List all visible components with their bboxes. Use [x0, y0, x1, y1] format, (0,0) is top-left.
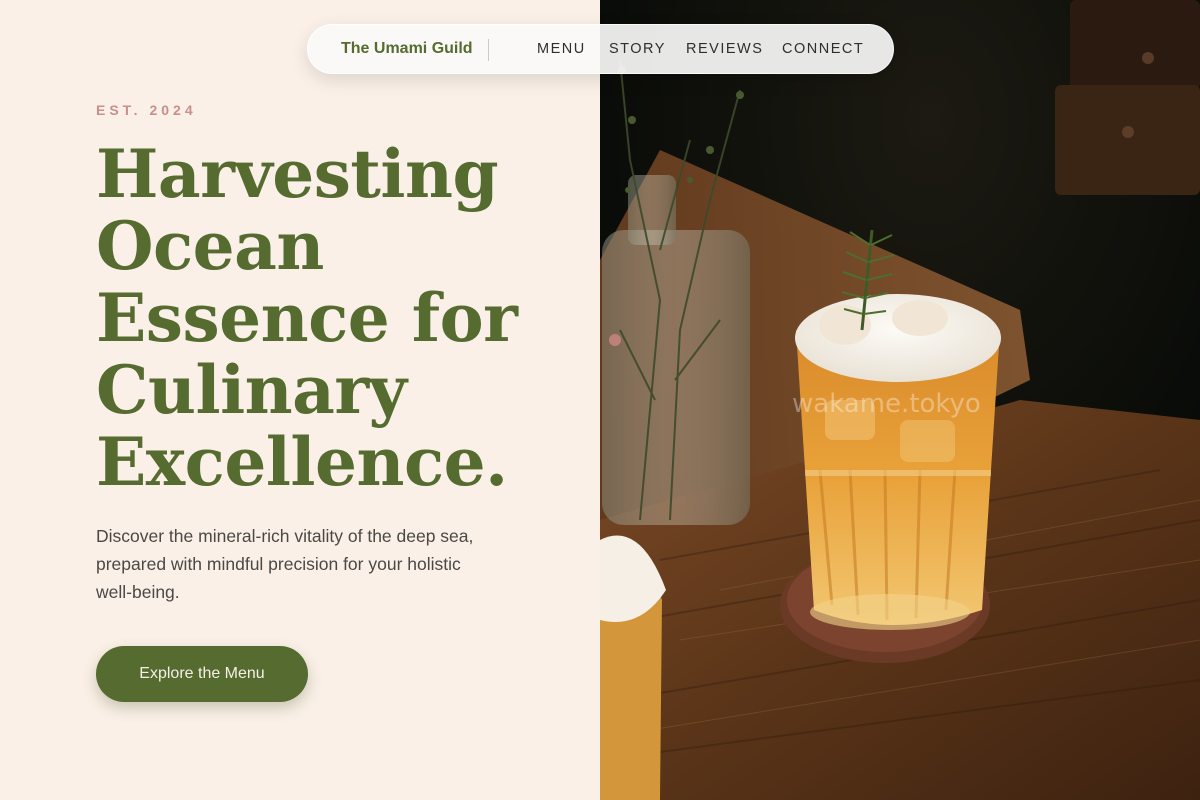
- hero-left-panel: EST. 2024 Harvesting Ocean Essence for C…: [0, 0, 600, 800]
- headline-line: Harvesting: [96, 135, 499, 213]
- watermark-text: wakame.tokyo: [792, 389, 981, 419]
- nav-link-connect[interactable]: CONNECT: [782, 41, 864, 57]
- headline-line: Culinary: [96, 351, 407, 429]
- explore-menu-button[interactable]: Explore the Menu: [96, 646, 308, 702]
- established-label: EST. 2024: [96, 102, 197, 118]
- headline-line: Ocean: [96, 207, 324, 285]
- nav-link-reviews[interactable]: REVIEWS: [686, 41, 763, 57]
- nav-divider: [488, 39, 489, 61]
- hero-headline: Harvesting Ocean Essence for Culinary Ex…: [96, 138, 576, 498]
- headline-line: Essence for: [96, 279, 518, 357]
- hero-photo: wakame.tokyo: [600, 0, 1200, 800]
- top-navigation: The Umami Guild MENU STORY REVIEWS CONNE…: [307, 24, 894, 74]
- brand-name[interactable]: The Umami Guild: [341, 40, 473, 58]
- iced-tea-photo: wakame.tokyo: [600, 0, 1200, 800]
- hero-description: Discover the mineral-rich vitality of th…: [96, 526, 474, 602]
- nav-link-story[interactable]: STORY: [609, 41, 666, 57]
- headline-line: Excellence.: [96, 423, 508, 501]
- nav-link-menu[interactable]: MENU: [537, 41, 586, 57]
